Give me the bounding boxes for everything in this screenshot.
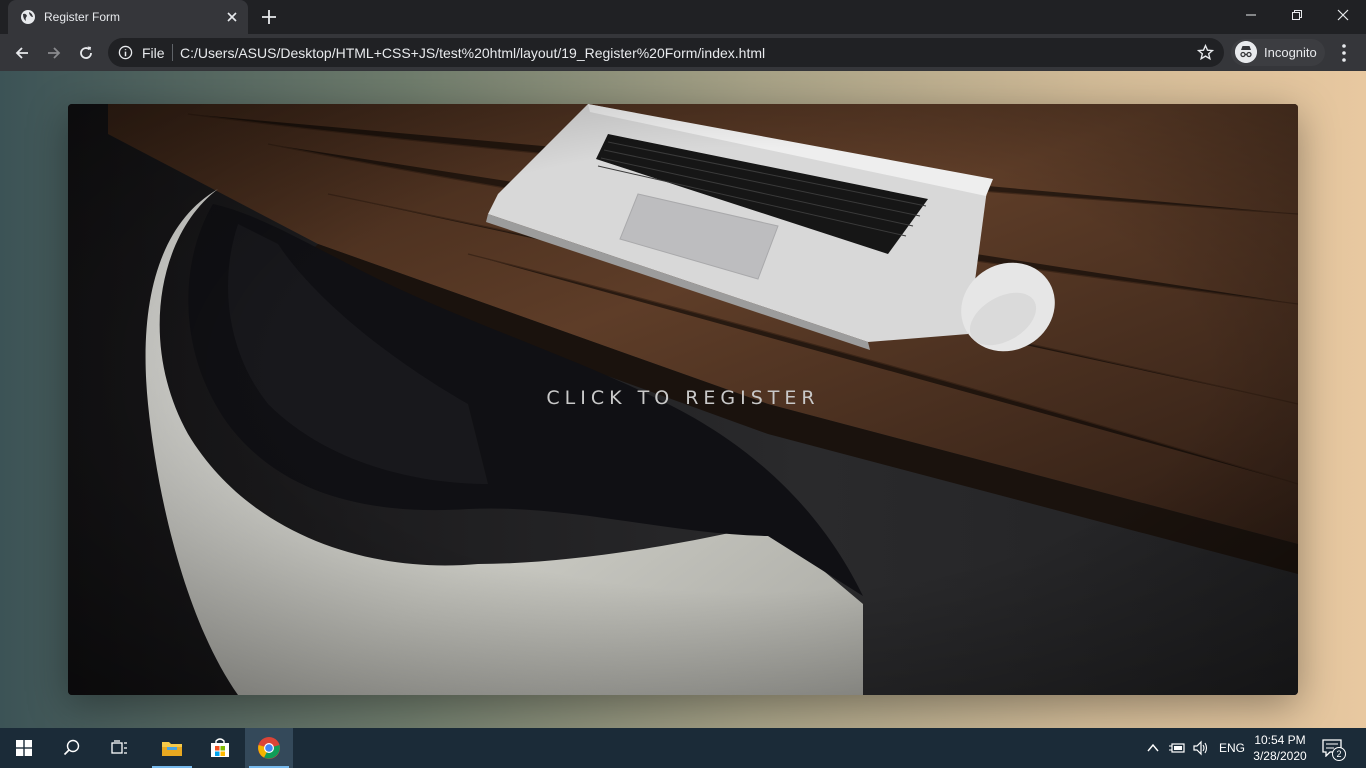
clock-time: 10:54 PM — [1254, 733, 1306, 747]
windows-taskbar: ENG 10:54 PM 3/28/2020 2 — [0, 728, 1366, 768]
search-button[interactable] — [48, 728, 96, 768]
arrow-left-icon — [15, 47, 28, 59]
new-tab-plus-icon[interactable] — [260, 8, 278, 26]
speaker-icon[interactable] — [1192, 740, 1208, 756]
chrome-icon — [258, 737, 280, 759]
task-view-icon — [111, 740, 127, 754]
system-clock[interactable]: 10:54 PM 3/28/2020 — [1247, 732, 1313, 764]
more-vert-icon[interactable] — [1336, 41, 1352, 65]
browser-toolbar: File C:/Users/ASUS/Desktop/HTML+CSS+JS/t… — [0, 34, 1366, 71]
minimize-button[interactable] — [1228, 0, 1274, 30]
tab-title: Register Form — [44, 10, 121, 24]
start-button[interactable] — [0, 728, 48, 768]
store-button[interactable] — [196, 728, 244, 768]
close-window-icon — [1337, 9, 1349, 21]
search-icon — [63, 739, 80, 756]
minimize-icon — [1246, 14, 1256, 16]
arrow-right-icon — [48, 47, 61, 59]
close-icon[interactable] — [224, 9, 240, 25]
task-view-button[interactable] — [96, 728, 144, 768]
browser-titlebar: Register Form — [0, 0, 1366, 34]
chrome-taskbar-button[interactable] — [245, 728, 293, 768]
incognito-icon — [1235, 41, 1257, 63]
reload-icon — [80, 46, 92, 59]
incognito-profile-button[interactable]: Incognito — [1231, 39, 1325, 66]
folder-icon — [162, 742, 182, 756]
tab-register-form[interactable]: Register Form — [8, 0, 248, 34]
incognito-label: Incognito — [1264, 45, 1317, 60]
file-explorer-button[interactable] — [148, 728, 196, 768]
star-icon[interactable] — [1197, 44, 1214, 61]
reload-button[interactable] — [73, 40, 99, 66]
back-button[interactable] — [9, 40, 35, 66]
battery-plug-icon[interactable] — [1169, 740, 1185, 756]
input-language-indicator[interactable]: ENG — [1219, 741, 1245, 755]
info-icon[interactable] — [118, 45, 133, 60]
globe-icon — [21, 10, 35, 24]
restore-icon — [1292, 10, 1302, 20]
click-to-register-cta[interactable]: CLICK TO REGISTER — [68, 387, 1298, 409]
notification-count-badge: 2 — [1332, 747, 1346, 761]
page-viewport: CLICK TO REGISTER — [0, 71, 1366, 728]
register-card[interactable]: CLICK TO REGISTER — [68, 104, 1298, 695]
chevron-up-icon[interactable] — [1145, 740, 1161, 756]
url-text[interactable]: C:/Users/ASUS/Desktop/HTML+CSS+JS/test%2… — [180, 45, 765, 61]
clock-date: 3/28/2020 — [1253, 749, 1307, 763]
forward-button[interactable] — [41, 40, 67, 66]
close-window-button[interactable] — [1320, 0, 1366, 30]
windows-logo-icon — [16, 740, 32, 756]
address-bar[interactable]: File C:/Users/ASUS/Desktop/HTML+CSS+JS/t… — [108, 38, 1224, 67]
omnibox-divider — [172, 44, 173, 61]
restore-button[interactable] — [1274, 0, 1320, 30]
store-bag-icon — [211, 738, 229, 757]
url-scheme-label: File — [142, 45, 165, 61]
action-center-button[interactable]: 2 — [1320, 736, 1346, 761]
